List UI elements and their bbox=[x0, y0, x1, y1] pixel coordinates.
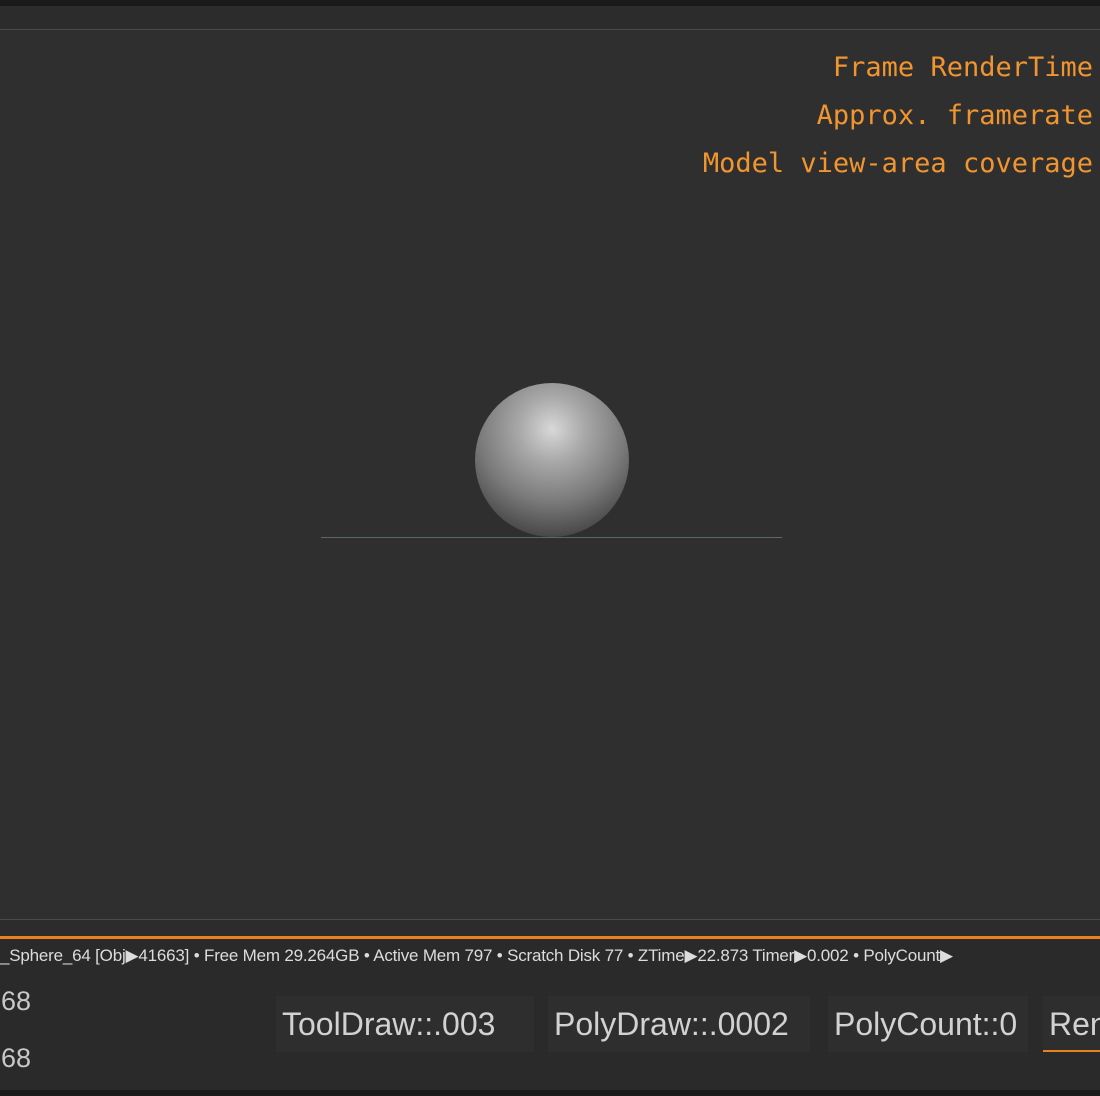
zbrush-window: Frame RenderTime Approx. framerate Model… bbox=[0, 0, 1100, 1096]
polydraw-label: PolyDraw::.0002 bbox=[554, 1006, 789, 1042]
left-value-1: 968 bbox=[0, 986, 32, 1016]
polydraw-stat[interactable]: PolyDraw::.0002 bbox=[548, 996, 810, 1052]
bottom-edge bbox=[0, 1090, 1100, 1096]
status-bar-text: _Sphere_64 [Obj▶41663] • Free Mem 29.264… bbox=[0, 946, 953, 965]
overlay-approx-framerate: Approx. framerate bbox=[816, 100, 1093, 131]
render-label: Ren bbox=[1049, 1006, 1100, 1042]
polycount-stat[interactable]: PolyCount::0 bbox=[828, 996, 1028, 1052]
floor-grid-line bbox=[321, 537, 782, 538]
tooldraw-label: ToolDraw::.003 bbox=[282, 1006, 496, 1042]
sphere-model[interactable] bbox=[475, 383, 629, 537]
overlay-frame-rendertime: Frame RenderTime bbox=[832, 52, 1093, 83]
document-viewport[interactable]: Frame RenderTime Approx. framerate Model… bbox=[0, 29, 1100, 920]
overlay-model-coverage: Model view-area coverage bbox=[702, 148, 1093, 179]
status-bar: _Sphere_64 [Obj▶41663] • Free Mem 29.264… bbox=[0, 936, 1100, 976]
left-value-2: 968 bbox=[0, 1043, 32, 1073]
tooldraw-stat[interactable]: ToolDraw::.003 bbox=[276, 996, 534, 1052]
polycount-label: PolyCount::0 bbox=[834, 1006, 1018, 1042]
render-stat[interactable]: Ren bbox=[1043, 996, 1100, 1052]
top-bar bbox=[0, 0, 1100, 6]
bottom-stats-panel: 968 968 ToolDraw::.003 PolyDraw::.0002 P… bbox=[0, 976, 1100, 1090]
